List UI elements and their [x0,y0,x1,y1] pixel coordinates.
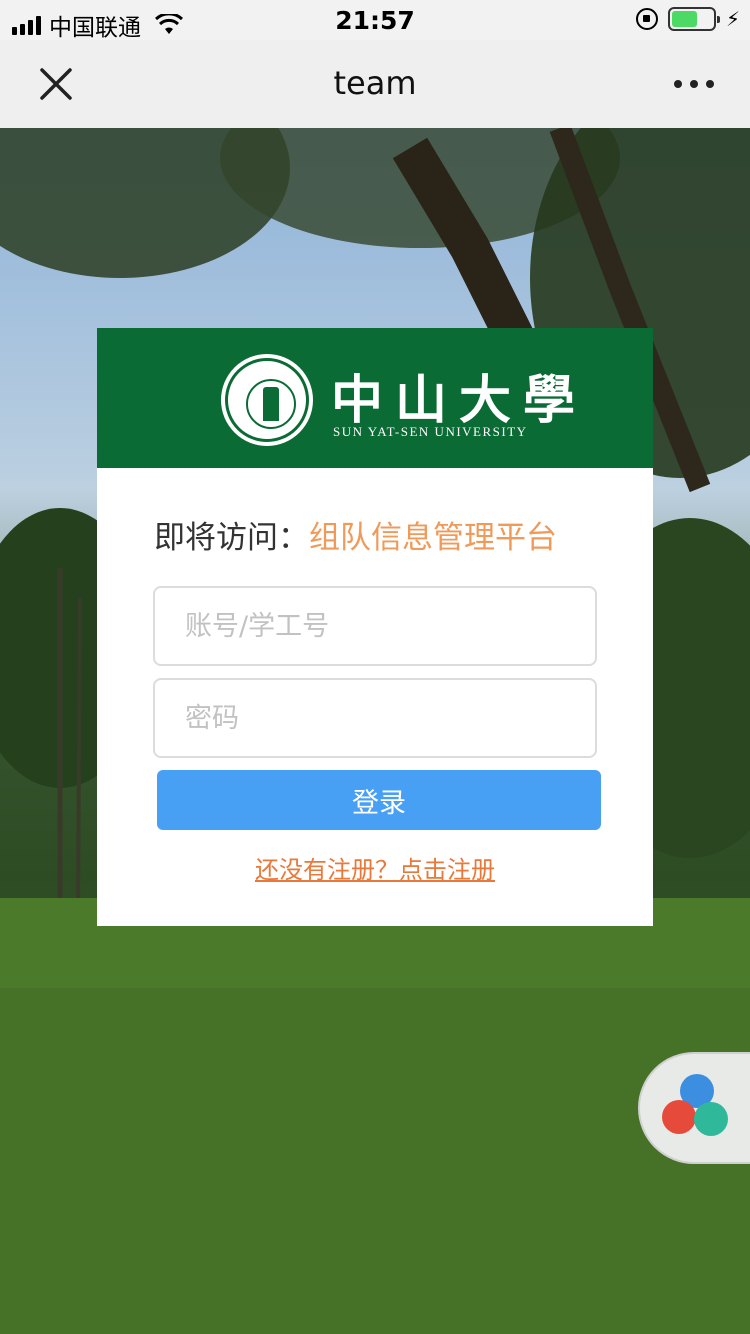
login-button[interactable]: 登录 [157,770,601,830]
password-input[interactable] [155,680,595,756]
page-title: team [333,64,417,102]
charging-icon: ⚡ [725,7,740,31]
password-field[interactable] [153,678,597,758]
nav-bar: team [0,40,750,128]
orientation-lock-icon [635,8,658,30]
battery-icon [667,7,720,31]
account-field[interactable] [153,586,597,666]
visit-heading: 即将访问：组队信息管理平台 [154,512,557,557]
register-link[interactable]: 还没有注册？点击注册 [97,850,653,885]
floating-app-widget[interactable] [638,1052,750,1164]
status-right: ⚡ [635,7,740,31]
university-name-cn: 中山大學 [331,370,588,431]
university-logo-header: 中山大學 SUN YAT-SEN UNIVERSITY [97,328,653,468]
university-seal-icon [221,354,313,446]
book-icon [694,1102,728,1136]
more-icon[interactable] [674,70,714,98]
account-input[interactable] [155,588,595,664]
visit-prefix: 即将访问： [154,520,309,556]
login-card: 中山大學 SUN YAT-SEN UNIVERSITY 即将访问：组队信息管理平… [97,328,653,926]
university-name-en: SUN YAT-SEN UNIVERSITY [333,424,528,439]
visit-target: 组队信息管理平台 [309,520,557,556]
status-bar: 中国联通 21:57 ⚡ [0,0,750,41]
y-logo-icon [662,1100,696,1134]
